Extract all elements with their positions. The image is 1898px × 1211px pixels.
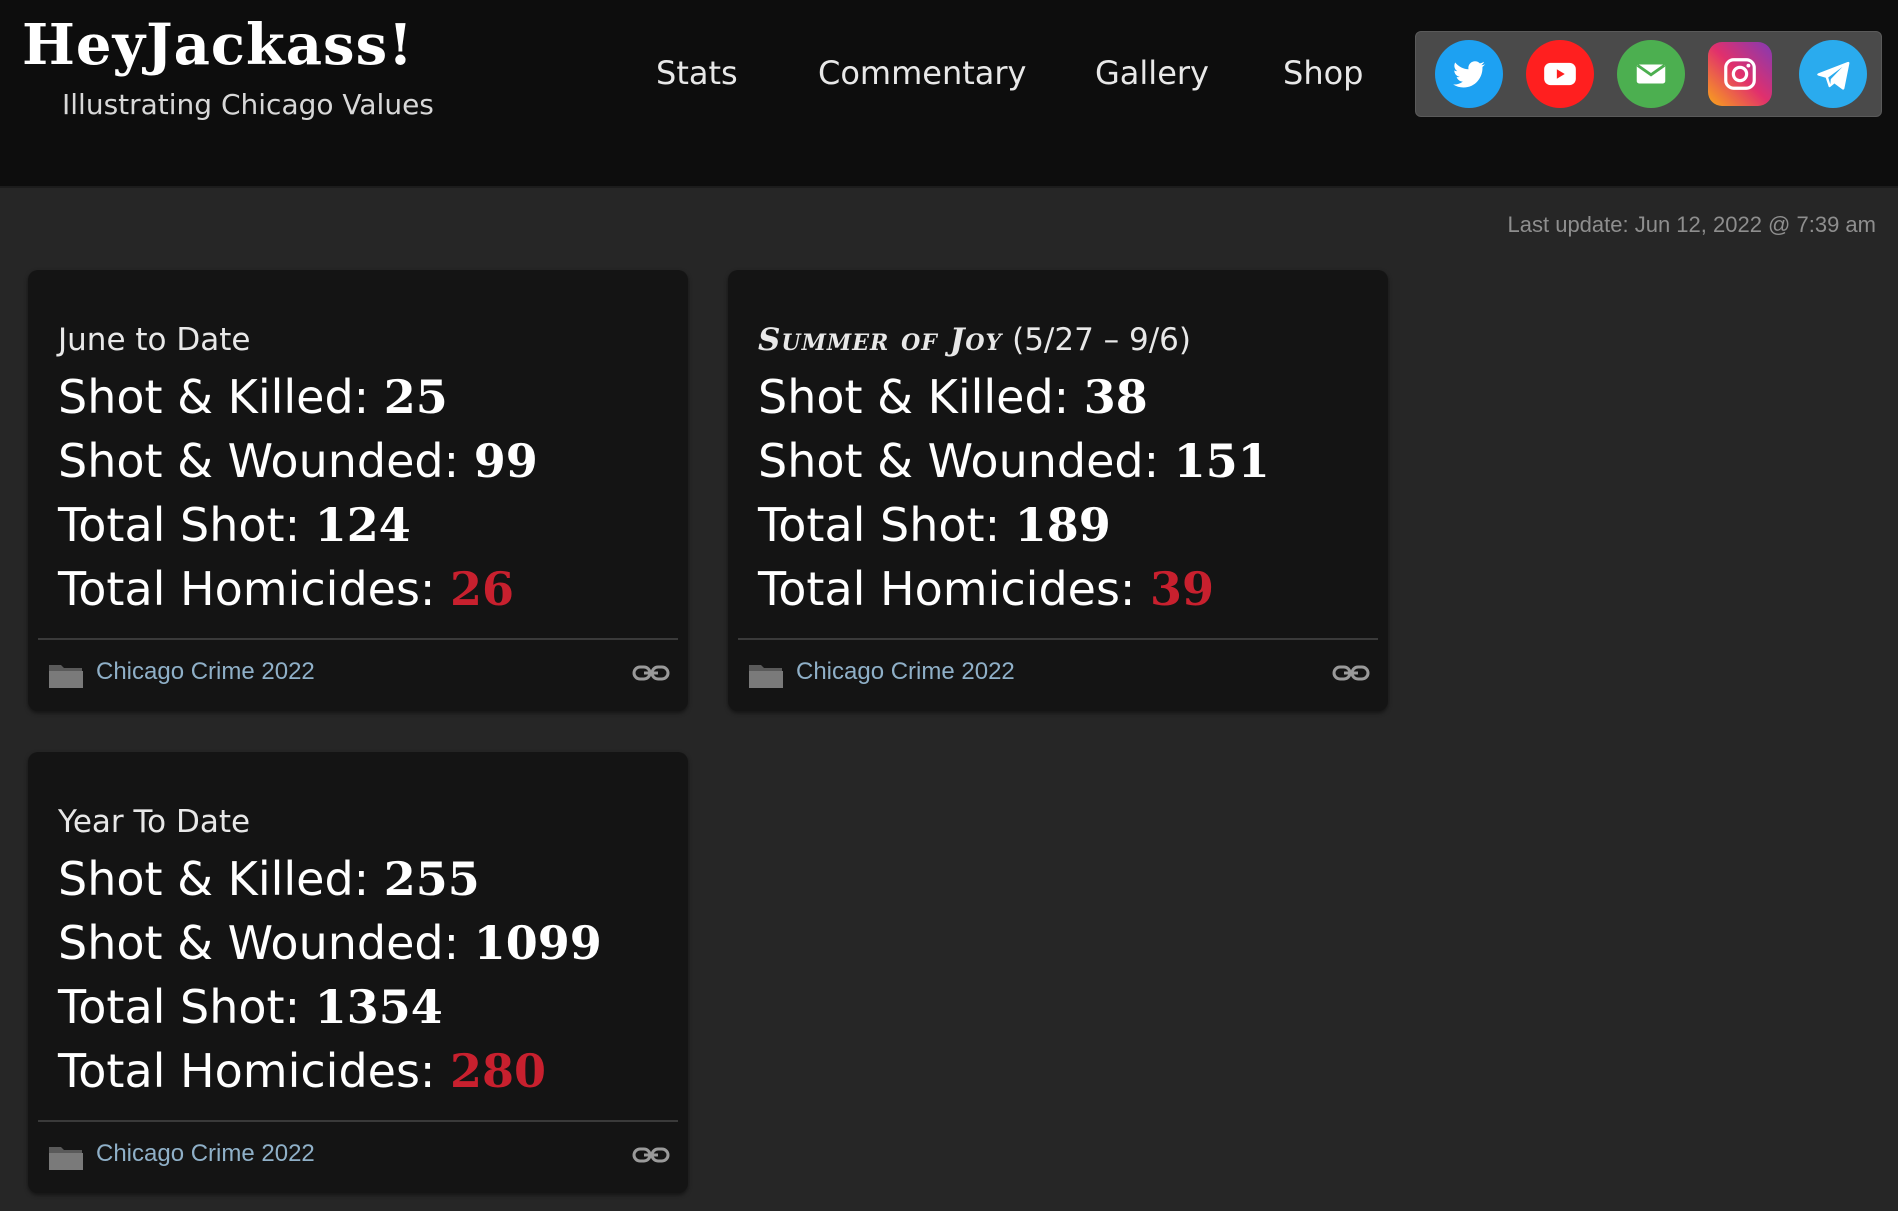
instagram-icon[interactable] bbox=[1708, 42, 1772, 106]
category-link[interactable]: Chicago Crime 2022 bbox=[96, 1140, 315, 1168]
card-heading: June to Date bbox=[58, 322, 250, 358]
last-update-timestamp: Last update: Jun 12, 2022 @ 7:39 am bbox=[1507, 212, 1876, 237]
stat-total-homicides: Total Homicides: 39 bbox=[758, 562, 1214, 616]
stat-value: 38 bbox=[1083, 370, 1148, 424]
stat-value: 1354 bbox=[314, 980, 443, 1034]
stat-label: Total Homicides: bbox=[758, 562, 1151, 616]
card-divider bbox=[38, 638, 678, 640]
twitter-icon[interactable] bbox=[1435, 40, 1503, 108]
stat-total-homicides: Total Homicides: 26 bbox=[58, 562, 514, 616]
stat-total-shot: Total Shot: 1354 bbox=[58, 980, 443, 1034]
stats-card-summer: Summer of Joy (5/27 – 9/6) Shot & Killed… bbox=[728, 270, 1388, 711]
stat-value: 255 bbox=[383, 852, 480, 906]
stat-shot-wounded: Shot & Wounded: 151 bbox=[758, 434, 1270, 488]
card-heading-text: Year To Date bbox=[58, 804, 251, 840]
social-links bbox=[1415, 31, 1882, 117]
stat-total-shot: Total Shot: 189 bbox=[758, 498, 1111, 552]
category-link[interactable]: Chicago Crime 2022 bbox=[96, 658, 315, 686]
stat-value: 25 bbox=[383, 370, 448, 424]
folder-icon bbox=[49, 665, 83, 688]
permalink-icon[interactable] bbox=[1332, 662, 1370, 684]
category-link[interactable]: Chicago Crime 2022 bbox=[796, 658, 1015, 686]
stat-label: Shot & Killed: bbox=[58, 370, 384, 424]
nav-gallery[interactable]: Gallery bbox=[1095, 54, 1209, 92]
stat-label: Total Shot: bbox=[758, 498, 1015, 552]
card-heading-script: Summer of Joy bbox=[758, 322, 1003, 358]
stat-label: Shot & Killed: bbox=[758, 370, 1084, 424]
stats-card-june: June to Date Shot & Killed: 25 Shot & Wo… bbox=[28, 270, 688, 711]
stat-value: 280 bbox=[450, 1044, 547, 1098]
card-divider bbox=[738, 638, 1378, 640]
stat-label: Shot & Wounded: bbox=[58, 916, 474, 970]
site-header: HeyJackass! Illustrating Chicago Values … bbox=[0, 0, 1898, 188]
stat-shot-wounded: Shot & Wounded: 1099 bbox=[58, 916, 602, 970]
telegram-icon[interactable] bbox=[1799, 40, 1867, 108]
stat-shot-killed: Shot & Killed: 25 bbox=[58, 370, 448, 424]
site-logo[interactable]: HeyJackass! bbox=[22, 12, 414, 78]
stat-value: 99 bbox=[473, 434, 538, 488]
card-heading-text: (5/27 – 9/6) bbox=[1012, 322, 1191, 358]
stat-total-shot: Total Shot: 124 bbox=[58, 498, 411, 552]
stat-label: Total Shot: bbox=[58, 498, 315, 552]
stat-value: 189 bbox=[1014, 498, 1111, 552]
stat-value: 124 bbox=[314, 498, 411, 552]
permalink-icon[interactable] bbox=[632, 1144, 670, 1166]
nav-commentary[interactable]: Commentary bbox=[818, 54, 1026, 92]
site-tagline: Illustrating Chicago Values bbox=[62, 88, 434, 121]
folder-icon bbox=[49, 1147, 83, 1170]
stat-value: 26 bbox=[450, 562, 515, 616]
stat-label: Shot & Wounded: bbox=[758, 434, 1174, 488]
stat-value: 1099 bbox=[473, 916, 602, 970]
stat-value: 151 bbox=[1173, 434, 1270, 488]
nav-shop[interactable]: Shop bbox=[1283, 54, 1363, 92]
stat-label: Total Homicides: bbox=[58, 1044, 451, 1098]
stat-value: 39 bbox=[1150, 562, 1215, 616]
stat-label: Shot & Wounded: bbox=[58, 434, 474, 488]
card-divider bbox=[38, 1120, 678, 1122]
card-heading: Year To Date bbox=[58, 804, 250, 840]
stat-total-homicides: Total Homicides: 280 bbox=[58, 1044, 546, 1098]
permalink-icon[interactable] bbox=[632, 662, 670, 684]
stat-shot-killed: Shot & Killed: 38 bbox=[758, 370, 1148, 424]
email-icon[interactable] bbox=[1617, 40, 1685, 108]
youtube-icon[interactable] bbox=[1526, 40, 1594, 108]
stat-shot-killed: Shot & Killed: 255 bbox=[58, 852, 480, 906]
card-heading: Summer of Joy (5/27 – 9/6) bbox=[758, 322, 1191, 358]
stat-label: Total Homicides: bbox=[58, 562, 451, 616]
stat-label: Total Shot: bbox=[58, 980, 315, 1034]
card-heading-text: June to Date bbox=[58, 322, 251, 358]
stats-card-year: Year To Date Shot & Killed: 255 Shot & W… bbox=[28, 752, 688, 1193]
stat-label: Shot & Killed: bbox=[58, 852, 384, 906]
stat-shot-wounded: Shot & Wounded: 99 bbox=[58, 434, 538, 488]
folder-icon bbox=[749, 665, 783, 688]
nav-stats[interactable]: Stats bbox=[656, 54, 738, 92]
